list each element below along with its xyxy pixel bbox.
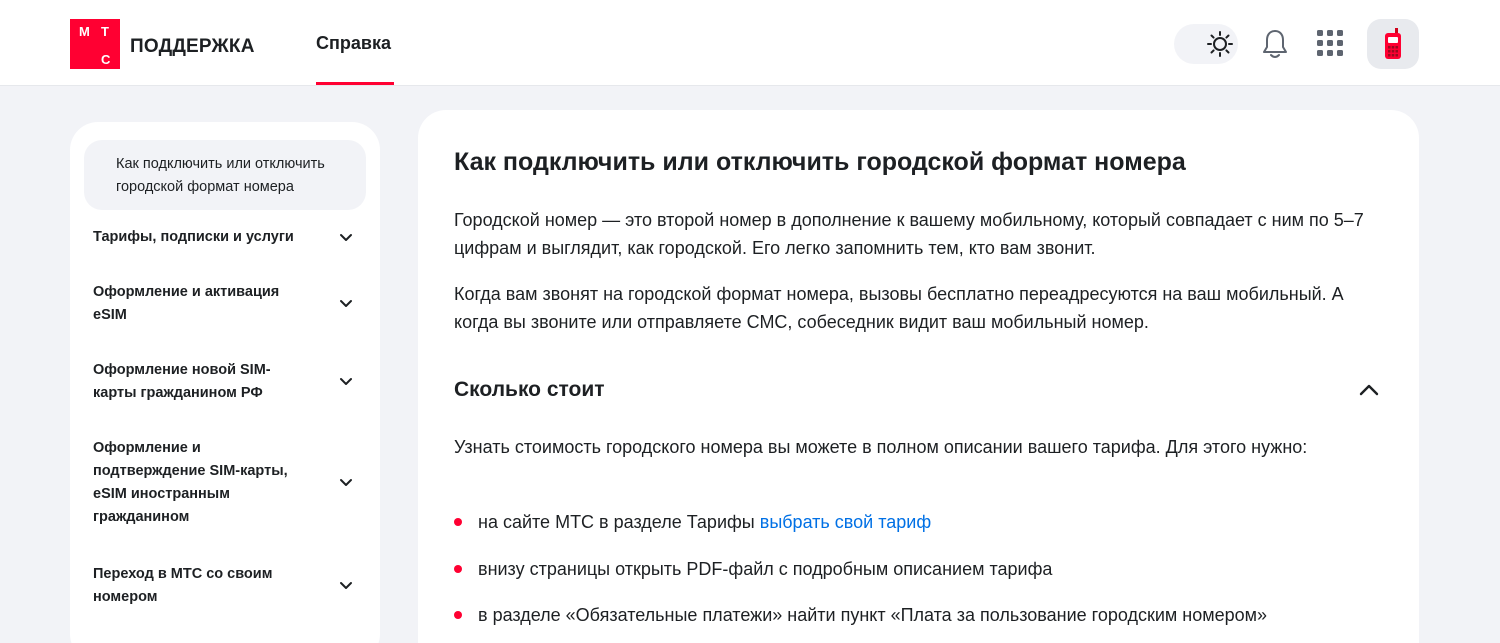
section-title-price[interactable]: Сколько стоит (454, 378, 605, 402)
article-title: Как подключить или отключить городской ф… (454, 148, 1186, 176)
article-paragraph: Когда вам звонят на городской формат ном… (454, 284, 1344, 332)
article-card: Как подключить или отключить городской ф… (418, 110, 1419, 643)
choose-tariff-link[interactable]: выбрать свой тариф (760, 512, 931, 532)
sidebar-nav: Как подключить или отключить городской ф… (70, 122, 380, 643)
nav-active-underline (316, 82, 394, 85)
chevron-down-icon (340, 582, 352, 589)
sidebar-item-label: Оформление и активация eSIM (93, 284, 280, 323)
logo-letter-s: С (101, 52, 111, 67)
bell-icon[interactable] (1260, 28, 1290, 60)
sidebar-item-label: Переход в МТС со своим номером (93, 566, 273, 605)
chevron-up-icon[interactable] (1358, 382, 1380, 398)
sidebar-item-active[interactable]: Как подключить или отключить городской ф… (84, 140, 366, 210)
sidebar-item-new-sim[interactable]: Оформление новой SIM-карты гражданином Р… (93, 359, 353, 405)
list-item: на сайте МТС в разделе Тарифы выбрать св… (454, 508, 1394, 536)
sidebar-item-esim[interactable]: Оформление и активация eSIM (93, 281, 353, 327)
sun-icon (1207, 31, 1233, 57)
logo-letter-t: Т (101, 24, 109, 39)
sidebar-item-foreign-sim[interactable]: Оформление и подтверждение SIM-карты, eS… (93, 437, 353, 529)
profile-avatar[interactable] (1367, 19, 1419, 69)
theme-toggle[interactable] (1174, 24, 1238, 64)
top-header: М Т С ПОДДЕРЖКА Справка (0, 0, 1500, 86)
logo-letter-m: М (79, 24, 90, 39)
apps-grid-icon[interactable] (1316, 29, 1344, 57)
chevron-down-icon (340, 479, 352, 486)
nav-tab-help[interactable]: Справка (316, 33, 391, 54)
mobile-phone-icon (1385, 28, 1401, 59)
bullet-dot (454, 565, 462, 573)
list-item-text: в разделе «Обязательные платежи» найти п… (478, 605, 1268, 625)
list-item: в разделе «Обязательные платежи» найти п… (454, 601, 1394, 629)
list-item-text: на сайте МТС в разделе Тарифы (478, 512, 760, 532)
bullet-dot (454, 611, 462, 619)
sidebar-item-label: Оформление и подтверждение SIM-карты, eS… (93, 440, 288, 525)
list-item-text: внизу страницы открыть PDF-файл с подроб… (478, 559, 1053, 579)
article-paragraph: Городской номер — это второй номер в доп… (454, 210, 1364, 258)
chevron-down-icon (340, 378, 352, 385)
list-item: внизу страницы открыть PDF-файл с подроб… (454, 555, 1394, 583)
sidebar-item-tariffs[interactable]: Тарифы, подписки и услуги (93, 226, 353, 249)
sidebar-item-label: Оформление новой SIM-карты гражданином Р… (93, 362, 271, 401)
sidebar-item-label: Тарифы, подписки и услуги (93, 229, 294, 245)
brand-name[interactable]: ПОДДЕРЖКА (130, 36, 255, 58)
sidebar-item-number-transfer[interactable]: Переход в МТС со своим номером (93, 563, 353, 609)
bullet-dot (454, 518, 462, 526)
chevron-down-icon (340, 300, 352, 307)
section-intro: Узнать стоимость городского номера вы мо… (454, 437, 1308, 457)
chevron-down-icon (340, 233, 352, 241)
mts-logo[interactable]: М Т С (70, 19, 120, 69)
